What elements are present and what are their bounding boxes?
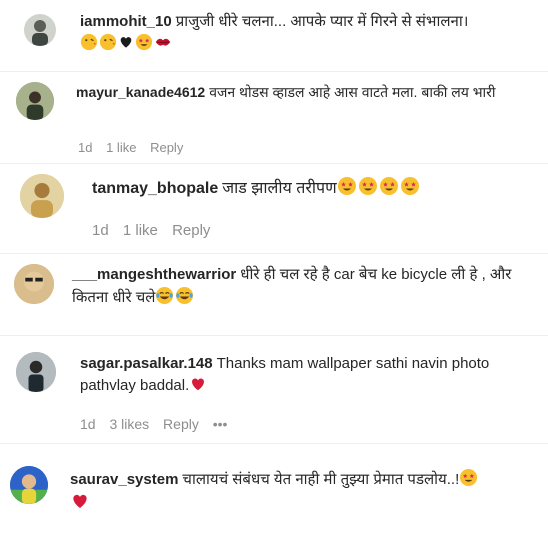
avatar[interactable] [24,14,56,46]
black-heart-icon [120,36,132,48]
comment-text: tanmay_bhopale जाड झालीय तरीपण [92,176,532,200]
comment-body: जाड झालीय तरीपण [222,180,337,197]
kiss-mark-icon [155,38,171,46]
comment-item: mayur_kanade4612 वजन थोडस व्हाडल आहे आस व… [0,72,548,162]
comment-username[interactable]: iammohit_10 [80,13,172,30]
comment-username[interactable]: ___mangeshthewarrior [72,266,236,283]
comment-username[interactable]: saurav_system [70,471,178,488]
comment-item: tanmay_bhopale जाड झालीय तरीपण 1d 1 like … [0,164,548,252]
comment-body: प्राजुजी धीरे चलना... आपके प्यार में गिर… [175,13,469,30]
comment-username[interactable]: tanmay_bhopale [92,180,218,197]
avatar[interactable] [20,174,64,218]
comment-item: sagar.pasalkar.148 Thanks mam wallpaper s… [0,336,548,442]
avatar[interactable] [10,466,48,504]
star-struck-icon [400,177,419,195]
emoji-row [337,177,421,197]
comment-time: 1d [78,140,93,155]
comment-body: वजन थोडस व्हाडल आहे आस वाटते मला. बाकी ल… [209,84,496,100]
avatar[interactable] [16,352,56,392]
avatar[interactable] [16,82,54,120]
star-struck-icon [337,177,356,195]
emoji-row [80,33,173,52]
comment-item: ___mangeshthewarrior धीरे ही चल रहे है ca… [0,254,548,334]
star-struck-icon [379,177,398,195]
comment-item: saurav_system चालायचं संबंधच येत नाही मी … [0,444,548,553]
comment-text: mayur_kanade4612 वजन थोडस व्हाडल आहे आस व… [76,82,526,102]
comment-meta: 1d 3 likes Reply ••• [80,416,237,432]
comment-likes[interactable]: 1 like [106,140,136,155]
red-heart-icon [192,378,205,391]
star-struck-icon [460,468,478,487]
comment-meta: 1d 1 like Reply [78,140,193,155]
emoji-row [155,286,195,306]
comment-username[interactable]: sagar.pasalkar.148 [80,355,213,372]
star-struck-icon [358,177,377,195]
comment-text: iammohit_10 प्राजुजी धीरे चलना... आपके प्… [80,11,530,55]
face-blowing-kiss-icon [99,33,117,50]
comment-text: sagar.pasalkar.148 Thanks mam wallpaper s… [80,353,530,397]
face-blowing-kiss-icon [80,33,98,50]
comment-likes[interactable]: 3 likes [109,416,149,432]
comment-meta: 1d 1 like Reply [92,222,220,239]
tears-of-joy-icon [156,286,174,304]
comment-text: saurav_system चालायचं संबंधच येत नाही मी … [70,468,536,515]
comment-likes[interactable]: 1 like [123,222,158,239]
tears-of-joy-icon [176,286,194,304]
comment-time: 1d [80,416,96,432]
reply-button[interactable]: Reply [150,140,183,155]
reply-button[interactable]: Reply [172,222,210,239]
comment-item: iammohit_10 प्राजुजी धीरे चलना... आपके प्… [0,0,548,70]
star-struck-icon [135,33,153,50]
emoji-row [189,377,208,394]
more-options-icon[interactable]: ••• [213,416,228,432]
avatar[interactable] [14,264,54,304]
comment-body: चालायचं संबंधच येत नाही मी तुझ्या प्रेमा… [182,471,460,488]
reply-button[interactable]: Reply [163,416,199,432]
comment-time: 1d [92,222,109,239]
comment-text: ___mangeshthewarrior धीरे ही चल रहे है ca… [72,264,532,309]
red-heart-icon [73,494,87,508]
comment-username[interactable]: mayur_kanade4612 [76,84,205,100]
